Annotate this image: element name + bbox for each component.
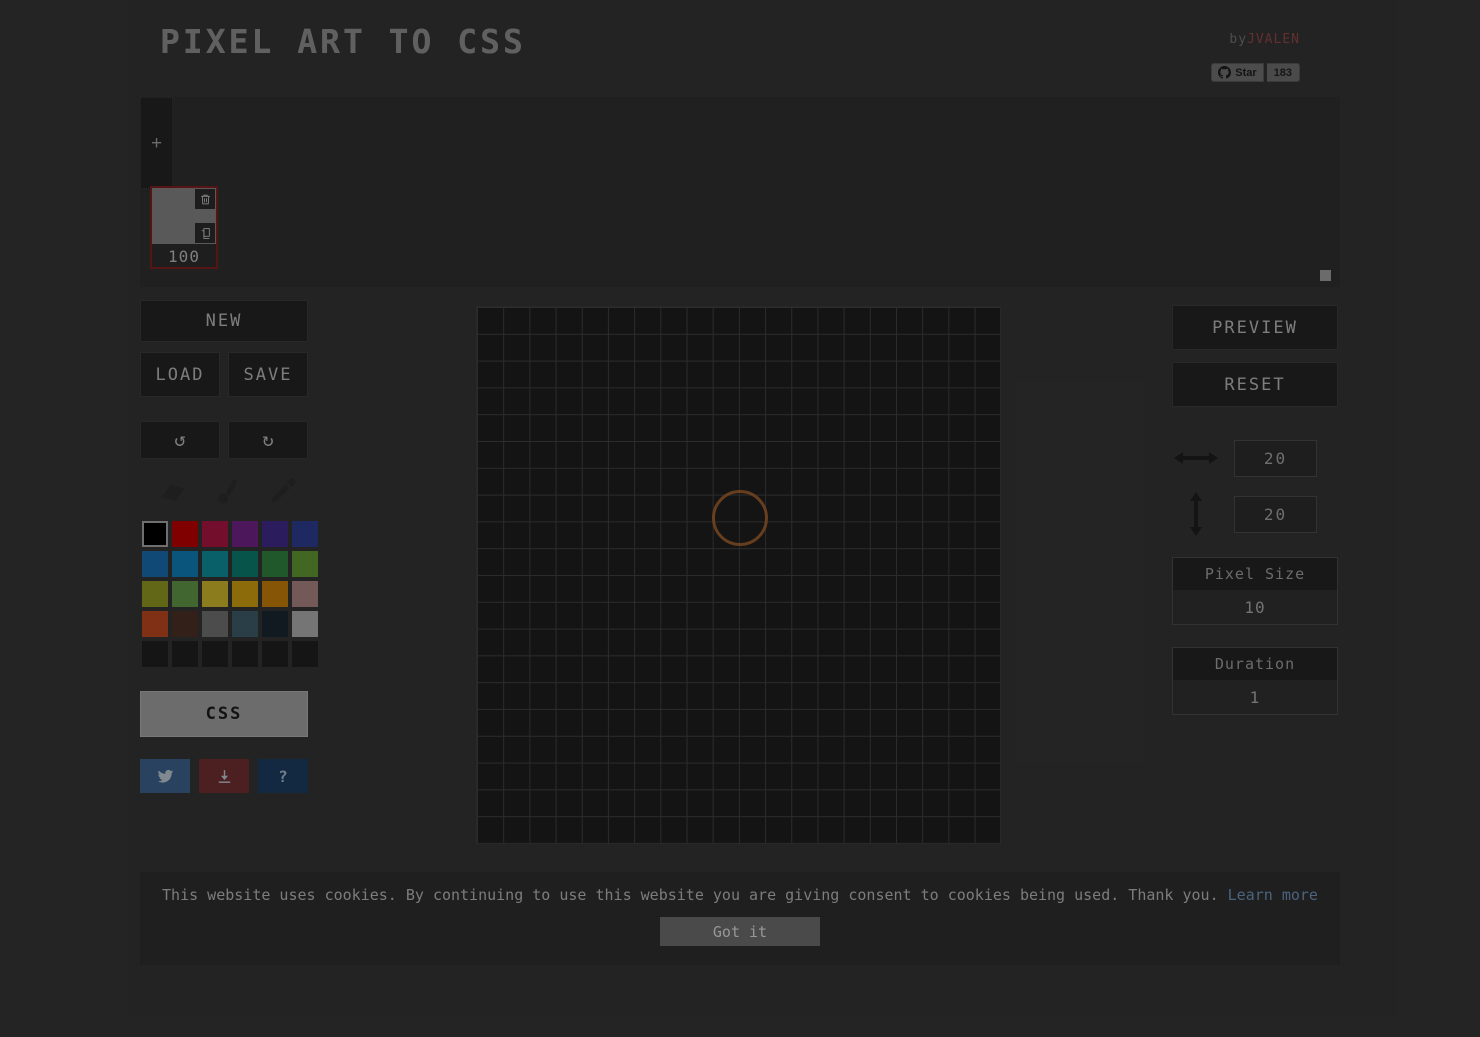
canvas-width-input[interactable]: 20	[1234, 440, 1317, 477]
twitter-icon	[157, 768, 174, 785]
css-button[interactable]: CSS	[140, 691, 308, 737]
color-swatch[interactable]	[262, 521, 288, 547]
new-button[interactable]: NEW	[140, 300, 308, 342]
pixel-size-label: Pixel Size	[1173, 558, 1337, 590]
color-swatch[interactable]	[262, 551, 288, 577]
preview-button[interactable]: PREVIEW	[1172, 305, 1338, 350]
reset-button[interactable]: RESET	[1172, 362, 1338, 407]
canvas-height-row: 20	[1172, 493, 1340, 535]
page-title: PIXEL ART TO CSS	[160, 22, 526, 61]
color-swatch[interactable]	[202, 521, 228, 547]
github-star-widget[interactable]: Star 183	[1211, 63, 1300, 82]
cookie-message: This website uses cookies. By continuing…	[140, 886, 1340, 904]
color-swatch[interactable]	[202, 641, 228, 667]
color-swatch[interactable]	[292, 611, 318, 637]
frame-duration-label[interactable]: 100	[152, 245, 216, 267]
social-row: ?	[140, 759, 310, 793]
color-swatch[interactable]	[142, 521, 168, 547]
color-swatch[interactable]	[142, 551, 168, 577]
pixel-size-field: Pixel Size 10	[1172, 557, 1338, 625]
duration-field: Duration 1	[1172, 647, 1338, 715]
add-frame-button[interactable]: +	[140, 97, 173, 189]
paint-bucket-tool[interactable]	[207, 474, 249, 507]
cookie-learn-more-link[interactable]: Learn more	[1228, 886, 1318, 904]
load-save-row: LOAD SAVE	[140, 352, 310, 397]
color-swatch[interactable]	[172, 551, 198, 577]
color-swatch[interactable]	[172, 611, 198, 637]
pixel-canvas[interactable]	[476, 306, 1001, 844]
color-swatch[interactable]	[292, 641, 318, 667]
save-button[interactable]: SAVE	[228, 352, 308, 397]
color-swatch[interactable]	[142, 581, 168, 607]
color-swatch[interactable]	[202, 581, 228, 607]
load-button[interactable]: LOAD	[140, 352, 220, 397]
color-swatch[interactable]	[202, 611, 228, 637]
color-swatch[interactable]	[232, 521, 258, 547]
color-swatch[interactable]	[172, 581, 198, 607]
color-swatch[interactable]	[142, 641, 168, 667]
redo-button[interactable]: ↻	[228, 421, 308, 459]
frame-delete-button[interactable]	[195, 189, 215, 209]
duration-label: Duration	[1173, 648, 1337, 680]
eraser-tool[interactable]	[152, 474, 194, 507]
cookie-banner: This website uses cookies. By continuing…	[140, 872, 1340, 965]
color-swatch[interactable]	[232, 641, 258, 667]
eyedropper-icon	[268, 476, 298, 506]
help-button[interactable]: ?	[258, 759, 308, 793]
color-swatch[interactable]	[142, 611, 168, 637]
left-toolbar: NEW LOAD SAVE ↺ ↻	[140, 300, 310, 793]
color-swatch[interactable]	[292, 521, 318, 547]
frame-duplicate-button[interactable]	[195, 223, 215, 243]
color-swatch[interactable]	[202, 551, 228, 577]
app-root: PIXEL ART TO CSS byJVALEN Star 183 +	[0, 0, 1480, 1037]
color-swatch[interactable]	[232, 551, 258, 577]
download-button[interactable]	[199, 759, 249, 793]
color-swatch[interactable]	[262, 581, 288, 607]
duration-value[interactable]: 1	[1173, 680, 1337, 714]
eyedropper-tool[interactable]	[262, 474, 304, 507]
vertical-arrow-icon	[1172, 493, 1220, 535]
tools-row	[152, 474, 310, 507]
frame-item[interactable]: 100	[150, 186, 218, 269]
github-star-count[interactable]: 183	[1267, 63, 1300, 82]
color-swatch[interactable]	[172, 521, 198, 547]
canvas-width-row: 20	[1172, 437, 1340, 479]
brush-cursor-circle	[712, 490, 768, 546]
github-star-label: Star	[1235, 67, 1256, 79]
color-swatch[interactable]	[232, 581, 258, 607]
eraser-icon	[158, 476, 188, 506]
color-swatch[interactable]	[292, 551, 318, 577]
color-swatch[interactable]	[232, 611, 258, 637]
credit: byJVALEN	[1229, 32, 1300, 47]
frames-resize-handle[interactable]	[1320, 270, 1331, 281]
cookie-accept-button[interactable]: Got it	[660, 917, 820, 946]
undo-redo-row: ↺ ↻	[140, 421, 310, 459]
color-swatch[interactable]	[172, 641, 198, 667]
color-palette	[142, 521, 310, 667]
cookie-message-text: This website uses cookies. By continuing…	[162, 886, 1219, 904]
github-octocat-icon	[1218, 66, 1231, 79]
color-swatch[interactable]	[292, 581, 318, 607]
twitter-share-button[interactable]	[140, 759, 190, 793]
credit-author-link[interactable]: JVALEN	[1247, 32, 1300, 47]
color-swatch[interactable]	[262, 641, 288, 667]
right-toolbar: PREVIEW RESET 20 20 Pixel Size 10 Durati…	[1172, 305, 1340, 715]
horizontal-arrow-icon	[1172, 437, 1220, 479]
canvas-grid[interactable]	[477, 307, 1000, 843]
canvas-height-input[interactable]: 20	[1234, 496, 1317, 533]
paint-brush-icon	[213, 476, 243, 506]
copy-icon	[199, 227, 212, 240]
color-swatch[interactable]	[262, 611, 288, 637]
credit-by-label: by	[1229, 32, 1247, 47]
github-star-button[interactable]: Star	[1211, 63, 1263, 82]
undo-button[interactable]: ↺	[140, 421, 220, 459]
frames-panel: + 100	[140, 97, 1340, 287]
pixel-size-value[interactable]: 10	[1173, 590, 1337, 624]
download-icon	[216, 768, 233, 785]
header: PIXEL ART TO CSS byJVALEN Star 183	[140, 0, 1340, 95]
trash-icon	[199, 193, 212, 206]
